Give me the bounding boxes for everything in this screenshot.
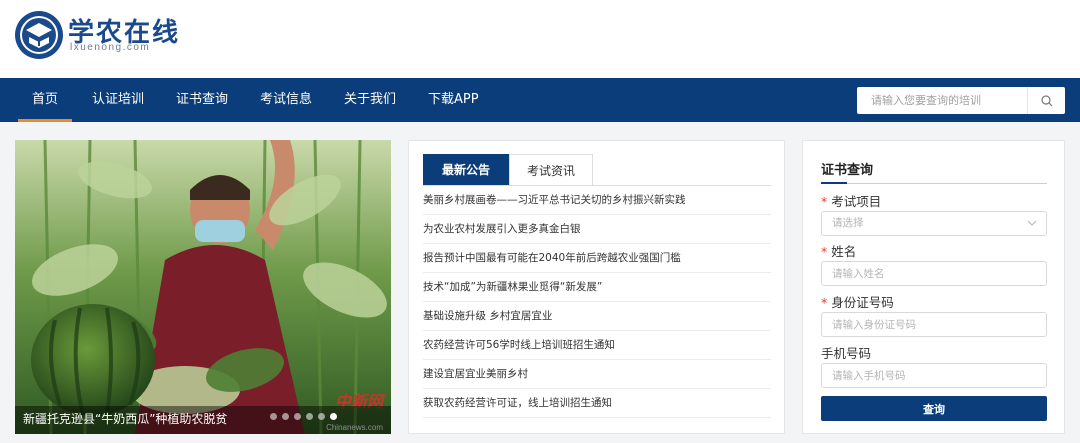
list-item[interactable]: 报告预计中国最有可能在2040年前后跨越农业强国门槛 — [423, 244, 771, 273]
carousel-dots — [270, 413, 337, 420]
news-carousel[interactable]: 中新网 Chinanews.com 新疆托克逊县“牛奶西瓜”种植助农脱贫 — [15, 140, 391, 434]
nav-item-download-app[interactable]: 下载APP — [428, 78, 479, 122]
university-shield-emblem-icon[interactable] — [14, 10, 64, 60]
nav-item-certificate-query[interactable]: 证书查询 — [176, 78, 228, 122]
exam-item-select-value: 请选择 — [832, 217, 864, 229]
certificate-query-panel: 证书查询 *考试项目 请选择 *姓名 *身份证号码 手机号码 查询 — [802, 140, 1065, 434]
query-title: 证书查询 — [821, 163, 874, 178]
carousel-dot-1[interactable] — [270, 413, 277, 420]
list-item[interactable]: 技术“加成”为新疆林果业觅得“新发展” — [423, 273, 771, 302]
search-box — [857, 87, 1065, 114]
list-item[interactable]: 美丽乡村展画卷——习近平总书记关切的乡村振兴新实践 — [423, 186, 771, 215]
tab-latest-announcements[interactable]: 最新公告 — [423, 154, 509, 186]
phone-label: 手机号码 — [821, 346, 872, 361]
id-number-field[interactable] — [821, 312, 1047, 337]
query-submit-button[interactable]: 查询 — [821, 396, 1047, 421]
nav-item-home[interactable]: 首页 — [17, 78, 73, 122]
carousel-dot-3[interactable] — [294, 413, 301, 420]
exam-item-select[interactable]: 请选择 — [821, 211, 1047, 236]
nav-item-exam-info[interactable]: 考试信息 — [260, 78, 312, 122]
search-input[interactable] — [857, 87, 1027, 114]
search-button[interactable] — [1027, 87, 1065, 114]
list-item[interactable]: 为农业农村发展引入更多真金白银 — [423, 215, 771, 244]
exam-item-label: * 考试项目 — [821, 194, 882, 209]
news-list: 美丽乡村展画卷——习近平总书记关切的乡村振兴新实践 为农业农村发展引入更多真金白… — [423, 186, 771, 418]
logo-subtitle: lxuenong.com — [70, 42, 151, 53]
news-panel: 最新公告 考试资讯 美丽乡村展画卷——习近平总书记关切的乡村振兴新实践 为农业农… — [408, 140, 785, 434]
phone-field[interactable] — [821, 363, 1047, 388]
list-item[interactable]: 基础设施升级 乡村宜居宜业 — [423, 302, 771, 331]
carousel-dot-2[interactable] — [282, 413, 289, 420]
list-item[interactable]: 获取农药经营许可证，线上培训招生通知 — [423, 389, 771, 418]
carousel-dot-6[interactable] — [330, 413, 337, 420]
site-header: 学农在线 lxuenong.com — [0, 0, 1080, 78]
list-item[interactable]: 农药经营许可56学时线上培训班招生通知 — [423, 331, 771, 360]
carousel-dot-4[interactable] — [306, 413, 313, 420]
carousel-dot-5[interactable] — [318, 413, 325, 420]
tab-exam-news[interactable]: 考试资讯 — [509, 154, 593, 186]
search-icon — [1040, 94, 1052, 106]
list-item[interactable]: 建设宜居宜业美丽乡村 — [423, 360, 771, 389]
nav-item-certification-training[interactable]: 认证培训 — [92, 78, 144, 122]
id-number-label: * 身份证号码 — [821, 295, 894, 310]
query-title-accent — [821, 182, 847, 184]
carousel-caption[interactable]: 新疆托克逊县“牛奶西瓜”种植助农脱贫 — [23, 410, 227, 427]
name-field[interactable] — [821, 261, 1047, 286]
name-label: * 姓名 — [821, 244, 857, 259]
query-title-divider — [821, 183, 1047, 184]
nav-item-about-us[interactable]: 关于我们 — [344, 78, 396, 122]
chevron-down-icon — [1027, 220, 1037, 226]
